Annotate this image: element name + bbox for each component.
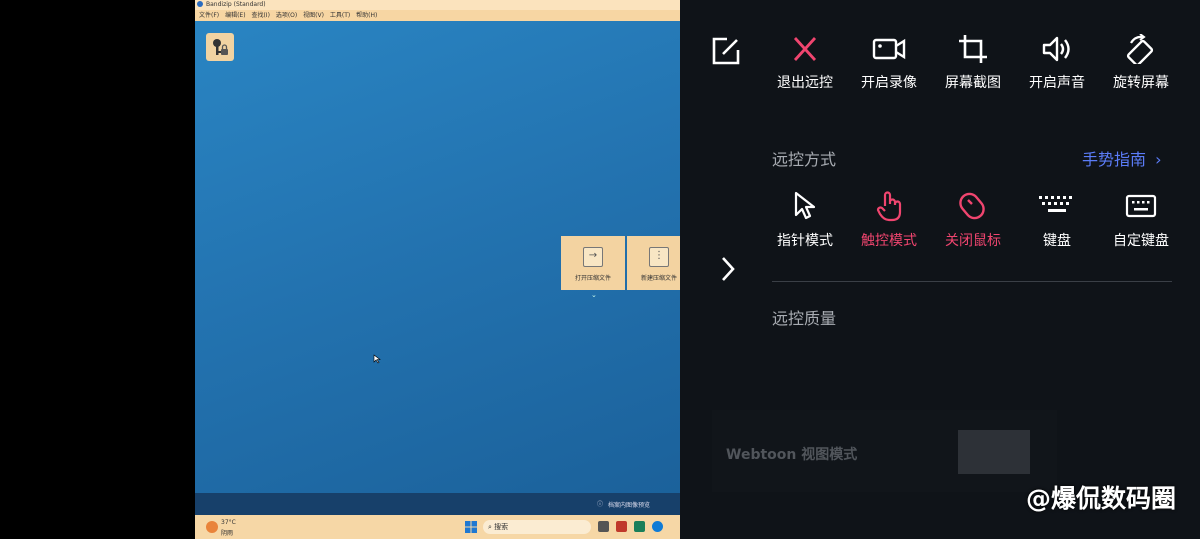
screenshot-label: 屏幕截图 (945, 75, 1001, 91)
search-icon: ⌕ (488, 523, 492, 531)
gesture-guide-link[interactable]: 手势指南 › (1082, 146, 1162, 170)
rotate-screen-button[interactable]: 旋转屏幕 (1106, 34, 1176, 92)
edge-icon[interactable] (652, 521, 663, 532)
watermark-text: @爆侃数码圈 (1025, 484, 1176, 513)
disable-mouse-label: 关闭鼠标 (945, 233, 1001, 249)
mode-pointer-button[interactable]: 指针模式 (770, 190, 840, 250)
remote-desktop-view[interactable]: Bandizip (Standard) 文件(F) 编辑(E) 查找(I) 选项… (195, 0, 680, 539)
open-archive-tile[interactable]: → 打开压缩文件 (561, 236, 625, 290)
gesture-guide-label: 手势指南 (1082, 150, 1147, 169)
preview-status-bar: ⓘ 档案内图像预览 (195, 493, 680, 515)
keyboard-button[interactable]: 键盘 (1022, 190, 1092, 250)
open-archive-icon: → (583, 247, 603, 267)
weather-temp: 37°C (221, 519, 236, 526)
tiles-chevron-down-icon[interactable]: ⌄ (591, 291, 597, 299)
info-icon: ⓘ (597, 501, 604, 508)
mouse-cursor-icon (373, 349, 381, 368)
weather-icon[interactable] (206, 521, 218, 533)
menu-file[interactable]: 文件(F) (199, 12, 219, 19)
enable-sound-label: 开启声音 (1029, 75, 1085, 91)
weather-desc: 阴雨 (221, 530, 234, 537)
chevron-right-icon: › (1155, 150, 1162, 169)
menu-tools[interactable]: 工具(T) (330, 12, 350, 19)
app-icon[interactable] (616, 521, 627, 532)
preview-status-text: 档案内图像预览 (608, 502, 651, 509)
custom-keyboard-button[interactable]: 自定键盘 (1106, 190, 1176, 250)
start-recording-button[interactable]: 开启录像 (854, 34, 924, 92)
exit-remote-button[interactable]: 退出远控 (770, 34, 840, 92)
collapse-panel-chevron-icon[interactable] (716, 254, 738, 288)
new-archive-label: 新建压缩文件 (640, 275, 677, 282)
custom-keyboard-label: 自定键盘 (1113, 233, 1169, 249)
file-explorer-icon[interactable] (598, 521, 609, 532)
start-recording-label: 开启录像 (861, 75, 917, 91)
edit-icon[interactable] (711, 36, 741, 70)
key-lock-icon[interactable] (206, 33, 234, 61)
windows-start-icon[interactable] (465, 521, 477, 535)
window-titlebar: Bandizip (Standard) (195, 0, 680, 10)
video-icon (872, 38, 906, 60)
rotate-screen-label: 旋转屏幕 (1113, 75, 1169, 91)
keyboard-icon (1039, 196, 1072, 212)
section-divider (772, 281, 1172, 282)
mode-touch-label: 触控模式 (861, 233, 917, 249)
mode-pointer-label: 指针模式 (777, 233, 833, 249)
menu-options[interactable]: 选项(O) (276, 12, 297, 19)
disable-mouse-button[interactable]: 关闭鼠标 (938, 190, 1008, 250)
menu-view[interactable]: 视图(V) (303, 12, 324, 19)
window-menubar: 文件(F) 编辑(E) 查找(I) 选项(O) 视图(V) 工具(T) 帮助(H… (195, 10, 680, 21)
custom-keyboard-icon (1125, 194, 1157, 218)
new-archive-tile[interactable]: ⋮ 新建压缩文件 (627, 236, 680, 290)
window-title: Bandizip (Standard) (206, 1, 266, 8)
mode-section-title: 远控方式 (772, 150, 837, 169)
enable-sound-button[interactable]: 开启声音 (1022, 34, 1092, 92)
touch-icon (876, 191, 902, 222)
quality-section-title: 远控质量 (772, 309, 837, 328)
close-icon (793, 37, 817, 61)
menu-help[interactable]: 帮助(H) (356, 12, 377, 19)
menu-edit[interactable]: 编辑(E) (225, 12, 245, 19)
keyboard-label: 键盘 (1043, 233, 1071, 249)
crop-icon (959, 35, 987, 63)
exit-remote-label: 退出远控 (777, 75, 833, 91)
rotate-icon (1126, 34, 1154, 64)
new-archive-icon: ⋮ (649, 247, 669, 267)
webtoon-card-title: Webtoon 视图模式 (726, 447, 858, 463)
taskbar-search[interactable]: ⌕ 搜索 (483, 520, 591, 534)
store-icon[interactable] (634, 521, 645, 532)
mode-touch-button[interactable]: 触控模式 (854, 190, 924, 250)
bandizip-app-icon (197, 1, 203, 7)
windows-taskbar: 37°C 阴雨 ⌕ 搜索 (195, 515, 680, 539)
pointer-icon (794, 191, 816, 220)
webtoon-thumbnail (958, 430, 1030, 474)
webtoon-card: Webtoon 视图模式 (712, 410, 1057, 492)
screenshot-button[interactable]: 屏幕截图 (938, 34, 1008, 92)
open-archive-label: 打开压缩文件 (574, 275, 611, 282)
speaker-icon (1042, 36, 1070, 62)
mouse-icon (959, 192, 985, 220)
taskbar-search-placeholder: 搜索 (494, 523, 509, 531)
menu-find[interactable]: 查找(I) (251, 12, 269, 19)
